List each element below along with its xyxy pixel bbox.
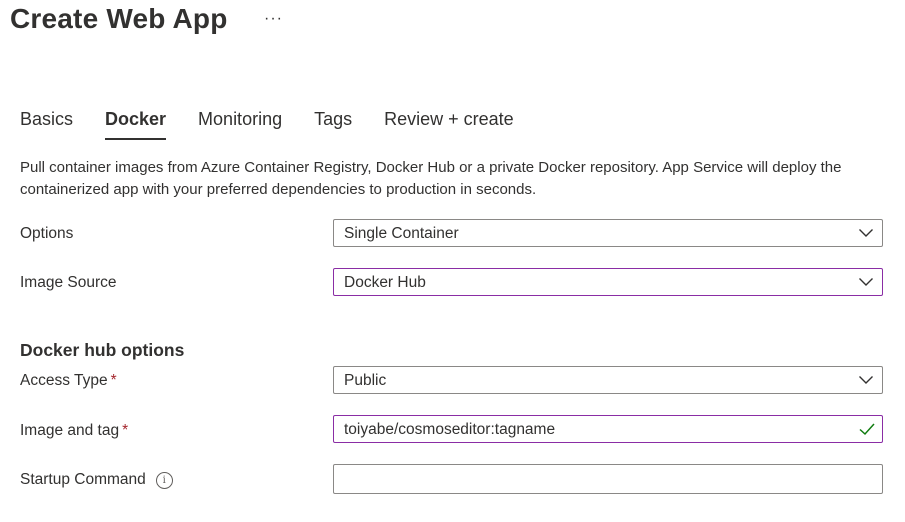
docker-description: Pull container images from Azure Contain… [20, 159, 842, 198]
checkmark-icon [859, 423, 875, 436]
image-and-tag-label: Image and tag * [20, 420, 128, 442]
tab-basics[interactable]: Basics [20, 106, 73, 136]
image-source-dropdown[interactable]: Docker Hub [333, 268, 883, 296]
access-type-dropdown[interactable]: Public [333, 366, 883, 394]
image-and-tag-value: toiyabe/cosmoseditor:tagname [344, 421, 556, 438]
options-label: Options [20, 225, 74, 242]
chevron-down-icon [859, 376, 873, 384]
image-and-tag-input[interactable]: toiyabe/cosmoseditor:tagname [333, 415, 883, 443]
access-type-value: Public [344, 372, 387, 389]
chevron-down-icon [859, 278, 873, 286]
tab-monitoring[interactable]: Monitoring [198, 106, 282, 136]
image-and-tag-label-text: Image and tag [20, 422, 120, 439]
more-options-icon[interactable]: ··· [264, 8, 283, 30]
access-type-label-text: Access Type [20, 372, 108, 389]
docker-hub-options-heading: Docker hub options [20, 340, 185, 360]
required-marker: * [122, 422, 129, 439]
image-source-label: Image Source [20, 274, 117, 291]
chevron-down-icon [859, 229, 873, 237]
info-icon[interactable]: i [155, 472, 173, 489]
startup-command-label-text: Startup Command [20, 471, 146, 488]
tab-bar: Basics Docker Monitoring Tags Review + c… [20, 106, 546, 140]
tab-tags[interactable]: Tags [314, 106, 352, 136]
tab-docker[interactable]: Docker [105, 106, 167, 140]
create-web-app-page: Create Web App ··· Basics Docker Monitor… [0, 0, 905, 522]
page-title: Create Web App [10, 3, 228, 34]
required-marker: * [110, 372, 117, 389]
startup-command-input[interactable] [333, 464, 883, 494]
access-type-label: Access Type * [20, 370, 117, 392]
options-dropdown[interactable]: Single Container [333, 219, 883, 247]
options-value: Single Container [344, 225, 459, 242]
image-source-value: Docker Hub [344, 274, 426, 291]
startup-command-label: Startup Command i [20, 469, 173, 491]
tab-review-create[interactable]: Review + create [384, 106, 514, 136]
